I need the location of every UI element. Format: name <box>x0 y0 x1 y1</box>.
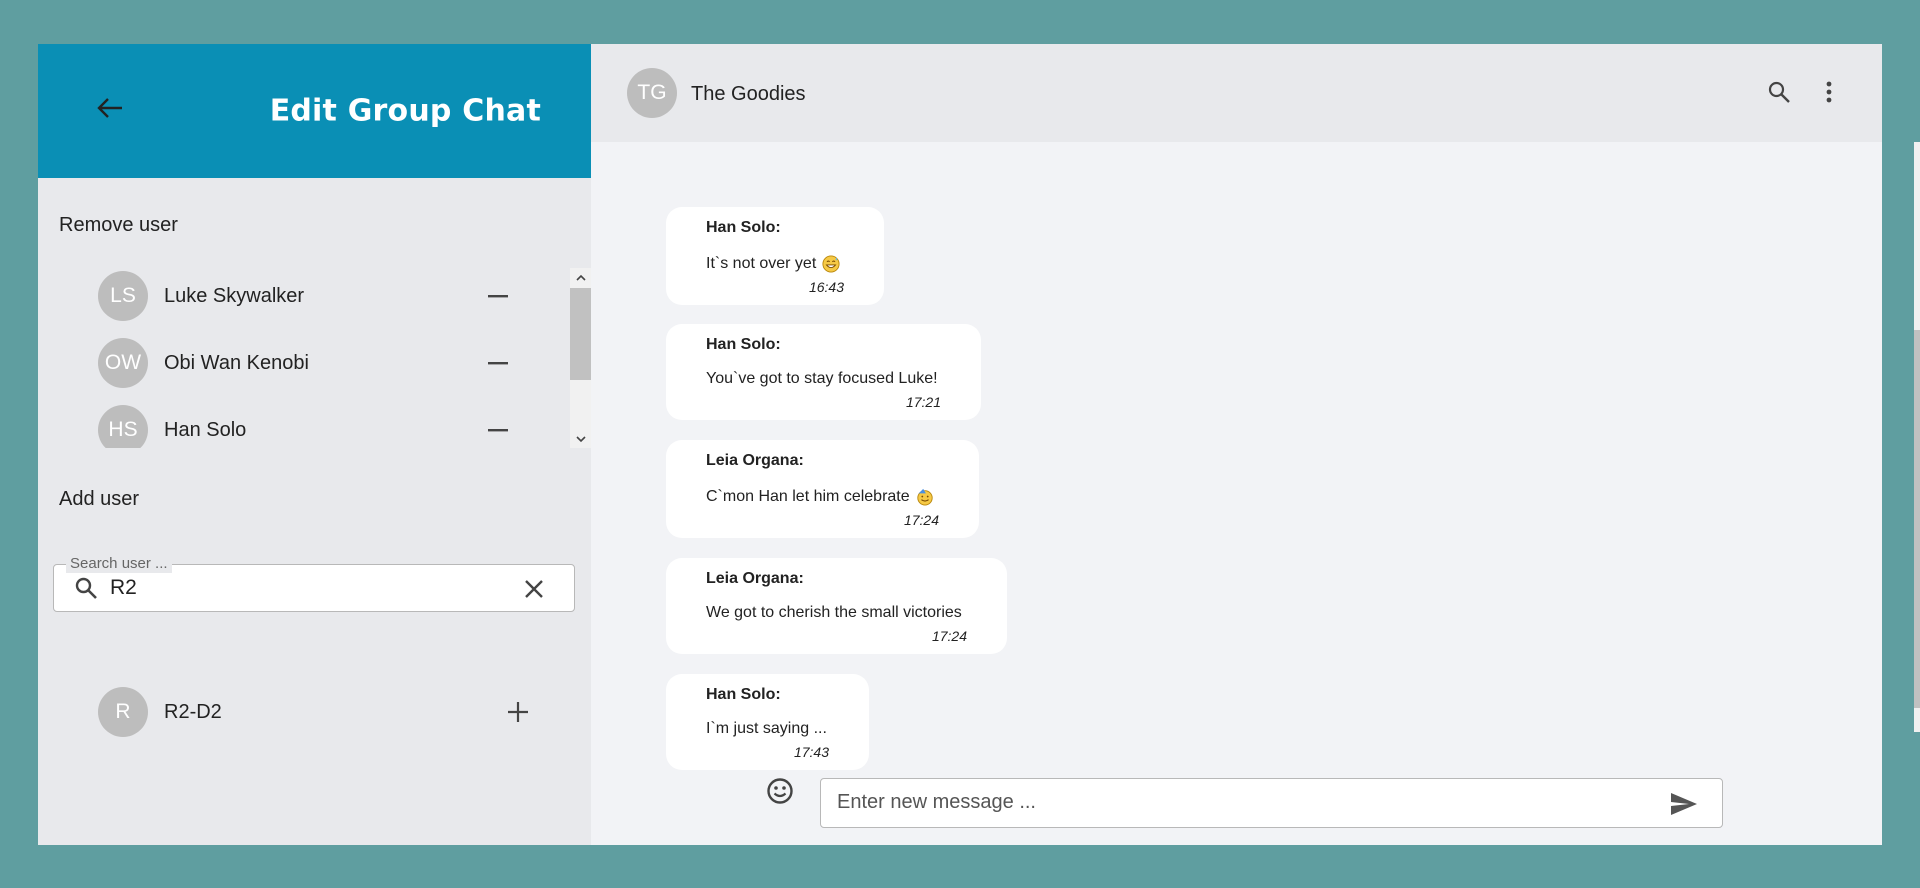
edit-group-header: Edit Group Chat <box>38 44 591 178</box>
message-bubble: Leia Organa: We got to cherish the small… <box>666 558 1007 654</box>
message-time: 16:43 <box>808 279 844 295</box>
search-legend: Search user ... <box>66 555 172 573</box>
member-list-scroll-thumb[interactable] <box>570 288 591 380</box>
avatar: HS <box>98 405 148 448</box>
grinning-sweat-emoji-icon <box>822 255 840 273</box>
user-search-input[interactable] <box>110 576 490 600</box>
remove-user-button[interactable] <box>478 410 518 448</box>
more-vert-icon <box>1826 81 1832 103</box>
message-time: 17:24 <box>903 512 939 528</box>
message-time: 17:21 <box>905 394 941 410</box>
chat-panel: TG The Goodies Han Solo: It`s not over y… <box>591 44 1920 845</box>
message-bubble: Han Solo: You`ve got to stay focused Luk… <box>666 324 981 420</box>
search-chat-button[interactable] <box>1761 74 1797 110</box>
remove-user-button[interactable] <box>478 343 518 383</box>
page-title: Edit Group Chat <box>269 93 541 129</box>
emoji-picker-button[interactable] <box>763 774 797 808</box>
member-row-han: HS Han Solo <box>98 404 518 448</box>
message-text: We got to cherish the small victories <box>706 604 962 621</box>
chat-scroll-thumb[interactable] <box>1914 330 1920 708</box>
member-row-luke: LS Luke Skywalker <box>98 270 518 322</box>
more-options-button[interactable] <box>1811 74 1847 110</box>
message-sender: Han Solo: <box>706 336 781 353</box>
message-text: I`m just saying ... <box>706 720 827 737</box>
message-text: C`mon Han let him celebrate <box>706 488 910 505</box>
close-icon <box>525 580 543 598</box>
remove-user-label: Remove user <box>59 214 178 236</box>
scroll-down-arrow[interactable] <box>570 430 591 448</box>
partying-face-emoji-icon <box>916 488 933 506</box>
plus-icon <box>508 702 528 722</box>
message-sender: Leia Organa: <box>706 570 804 587</box>
send-button[interactable] <box>1668 789 1700 819</box>
chat-title: The Goodies <box>691 83 806 105</box>
arrow-left-icon <box>97 98 122 118</box>
message-time: 17:24 <box>931 628 967 644</box>
member-name: Han Solo <box>164 418 247 441</box>
search-icon <box>72 574 100 602</box>
edit-group-panel: Edit Group Chat Remove user LS Luke Skyw… <box>38 44 591 845</box>
member-name: R2-D2 <box>164 700 222 723</box>
message-bubble: Han Solo: It`s not over yet 16:43 <box>666 207 884 305</box>
minus-icon <box>488 295 508 298</box>
remove-user-button[interactable] <box>478 276 518 316</box>
minus-icon <box>488 362 508 365</box>
chat-header: TG The Goodies <box>591 44 1882 142</box>
avatar: OW <box>98 338 148 388</box>
minus-icon <box>488 429 508 432</box>
message-field[interactable] <box>820 778 1723 828</box>
chat-avatar: TG <box>627 68 677 118</box>
add-user-button[interactable] <box>498 692 538 732</box>
message-bubble: Leia Organa: C`mon Han let him celebrate… <box>666 440 979 538</box>
member-list: LS Luke Skywalker OW Obi Wan Kenobi HS H… <box>38 268 591 448</box>
chevron-down-icon <box>575 435 586 442</box>
chat-scroll-down-arrow[interactable] <box>1914 708 1920 726</box>
avatar: LS <box>98 271 148 321</box>
message-sender: Han Solo: <box>706 686 781 703</box>
search-result-r2d2: R R2-D2 <box>98 686 528 738</box>
user-search-field[interactable]: Search user ... <box>53 555 575 612</box>
message-sender: Leia Organa: <box>706 452 804 469</box>
avatar: R <box>98 687 148 737</box>
search-icon <box>1768 81 1790 103</box>
smiley-icon <box>767 778 793 804</box>
message-composer <box>591 744 1897 845</box>
app-window: Edit Group Chat Remove user LS Luke Skyw… <box>38 44 1920 845</box>
message-input[interactable] <box>837 791 1637 814</box>
message-sender: Han Solo: <box>706 219 781 236</box>
chat-scroll-up-arrow[interactable] <box>1914 142 1920 160</box>
back-button[interactable] <box>92 90 128 126</box>
message-text: You`ve got to stay focused Luke! <box>706 370 938 387</box>
message-text: It`s not over yet <box>706 255 817 272</box>
send-icon <box>1671 793 1697 815</box>
message-list: Han Solo: It`s not over yet 16:43 Han So… <box>591 142 1914 772</box>
member-name: Obi Wan Kenobi <box>164 351 309 374</box>
scroll-up-arrow[interactable] <box>570 268 591 286</box>
add-user-label: Add user <box>59 488 140 510</box>
member-row-obi: OW Obi Wan Kenobi <box>98 337 518 389</box>
chevron-up-icon <box>575 274 586 281</box>
member-name: Luke Skywalker <box>164 284 305 307</box>
clear-search-button[interactable] <box>520 575 548 603</box>
